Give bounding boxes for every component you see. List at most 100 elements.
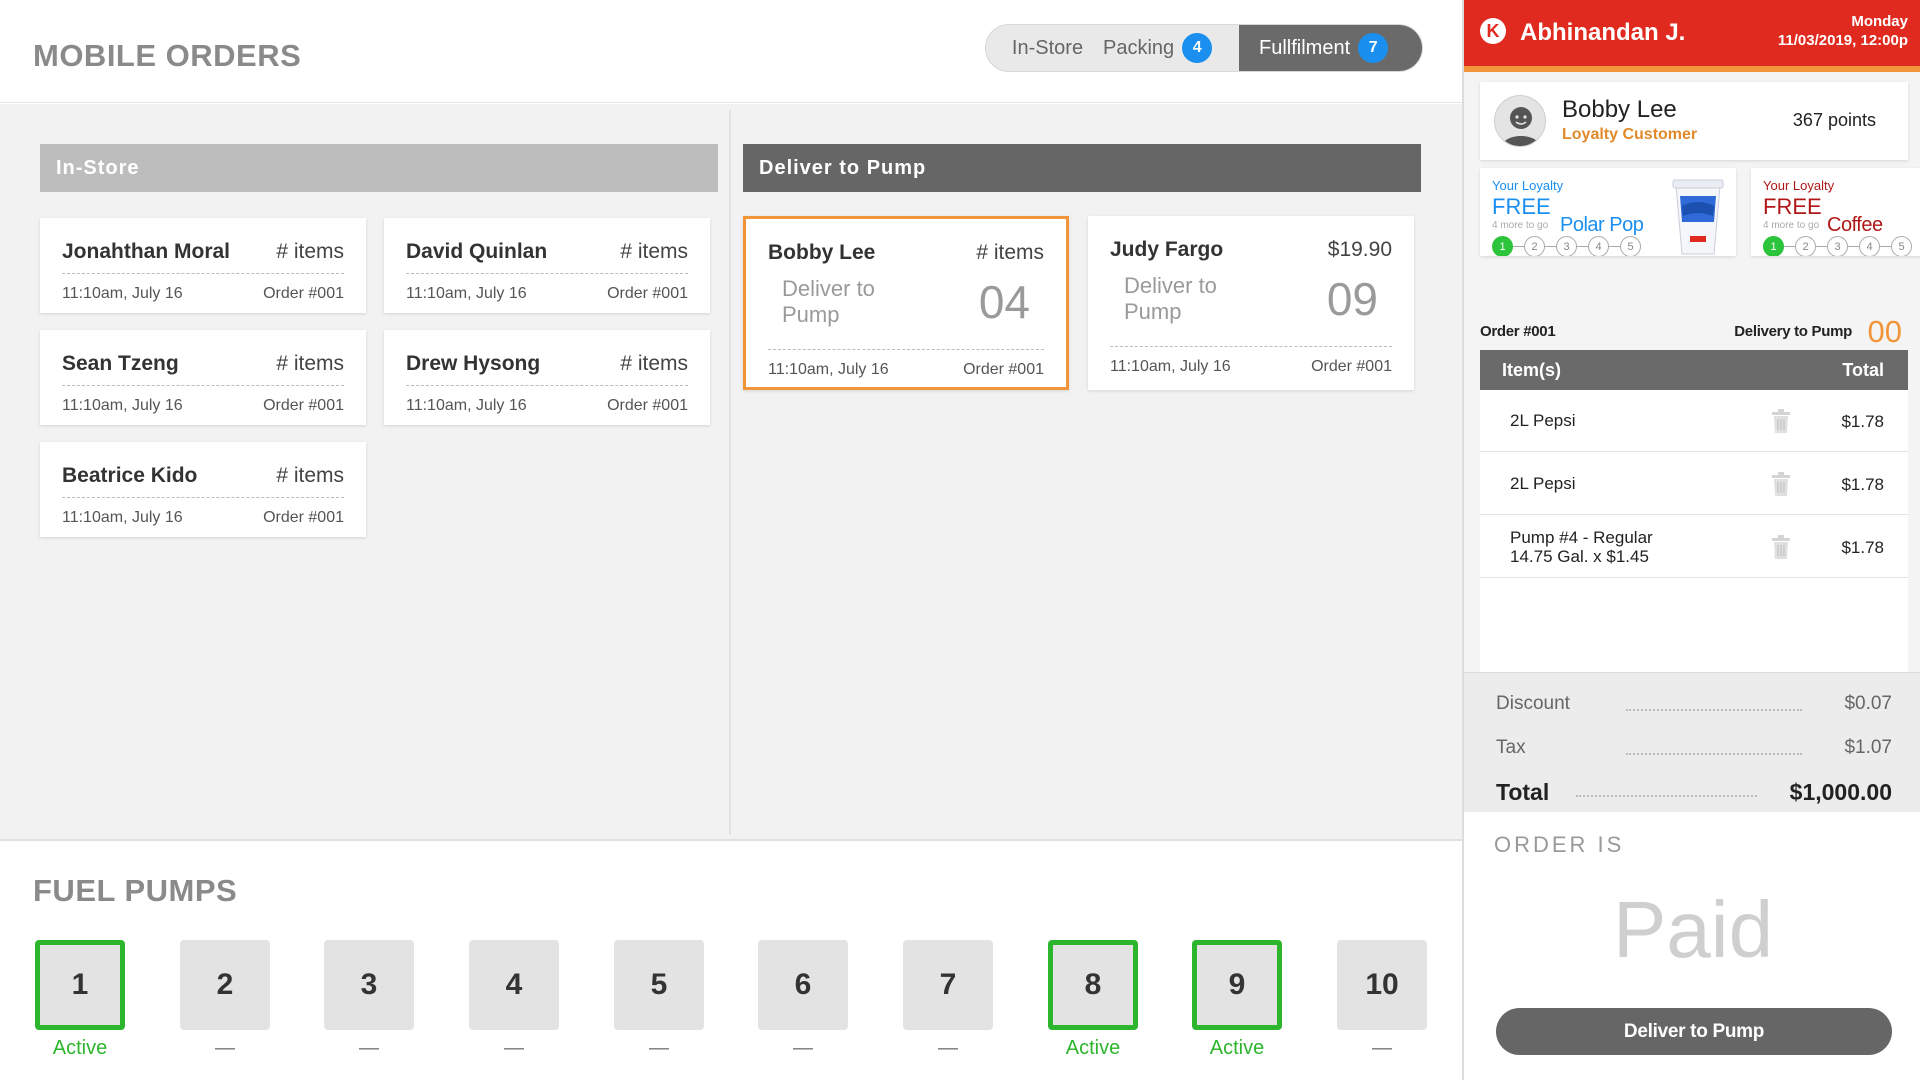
order-card[interactable]: Jonahthan Moral # items 11:10am, July 16… xyxy=(40,218,366,313)
item-price: $1.78 xyxy=(1841,538,1884,557)
tab-packing[interactable]: Packing 4 xyxy=(1103,25,1239,71)
items-table-header: Item(s) Total xyxy=(1480,350,1908,390)
page-title: MOBILE ORDERS xyxy=(33,38,302,73)
pump-order-card[interactable]: Judy Fargo $19.90 Deliver to Pump 09 11:… xyxy=(1088,216,1414,390)
order-card[interactable]: Beatrice Kido # items 11:10am, July 16 O… xyxy=(40,442,366,537)
loyalty-free: FREE xyxy=(1763,194,1822,219)
pump-status: — xyxy=(504,1037,524,1059)
pump-button-8[interactable]: 8 xyxy=(1048,940,1138,1030)
pump-button-10[interactable]: 10 xyxy=(1337,940,1427,1030)
pump-button-4[interactable]: 4 xyxy=(469,940,559,1030)
user-avatar-icon xyxy=(1501,107,1541,146)
progress-dot: 5 xyxy=(1880,236,1912,256)
line-item[interactable]: 2L Pepsi $1.78 xyxy=(1480,390,1908,452)
packing-count-badge: 4 xyxy=(1182,33,1213,63)
order-time: 11:10am, July 16 xyxy=(1110,358,1231,375)
loyalty-progress: 1 2 3 4 5 xyxy=(1763,236,1920,256)
pump-button-1[interactable]: 1 xyxy=(35,940,125,1030)
pump-button-9[interactable]: 9 xyxy=(1192,940,1282,1030)
line-item[interactable]: Pump #4 - Regular 14.75 Gal. x $1.45 $1.… xyxy=(1480,516,1908,578)
order-number: Order #001 xyxy=(963,361,1044,378)
discount-value: $0.07 xyxy=(1844,693,1892,714)
order-number: Order #001 xyxy=(607,285,688,302)
pump-status: Active xyxy=(52,1037,108,1059)
customer-card[interactable]: Bobby Lee Loyalty Customer 367 points xyxy=(1480,82,1908,160)
progress-dot: 2 xyxy=(1784,236,1816,256)
brand-logo-icon: K xyxy=(1480,18,1506,44)
pump-status: — xyxy=(649,1037,669,1059)
pump-status: — xyxy=(1372,1037,1392,1059)
pump-order-card-selected[interactable]: Bobby Lee # items Deliver to Pump 04 11:… xyxy=(743,216,1069,390)
fuel-pumps-title: FUEL PUMPS xyxy=(33,873,238,908)
order-status-label: ORDER IS xyxy=(1494,832,1625,857)
customer-name: Judy Fargo xyxy=(1110,238,1224,261)
loyalty-free: FREE xyxy=(1492,194,1551,219)
card-divider xyxy=(62,273,344,274)
fulfillment-count-badge: 7 xyxy=(1358,33,1389,63)
total-label: Total xyxy=(1496,779,1550,805)
order-status: Paid xyxy=(1612,885,1774,974)
pump-button-3[interactable]: 3 xyxy=(324,940,414,1030)
tab-fulfillment[interactable]: Fullfilment 7 xyxy=(1239,25,1422,71)
discount-label: Discount xyxy=(1496,693,1570,714)
card-divider xyxy=(768,349,1044,350)
order-time: 11:10am, July 16 xyxy=(62,397,183,414)
items-list: 2L Pepsi $1.78 2L Pepsi $1.78 Pump #4 - … xyxy=(1480,390,1908,672)
trash-icon[interactable] xyxy=(1770,409,1792,433)
order-stage-tabs: In-Store Packing 4 Fullfilment 7 xyxy=(985,24,1423,72)
loyalty-product: Polar Pop xyxy=(1558,214,1644,237)
pump-status: Active xyxy=(1065,1037,1121,1059)
item-count: # items xyxy=(620,352,688,375)
progress-dot: 3 xyxy=(1816,236,1848,256)
delivery-type: Deliver to Pump xyxy=(782,276,875,327)
order-card[interactable]: Drew Hysong # items 11:10am, July 16 Ord… xyxy=(384,330,710,425)
pump-button-5[interactable]: 5 xyxy=(614,940,704,1030)
order-number: Order #001 xyxy=(263,509,344,526)
pump-button-6[interactable]: 6 xyxy=(758,940,848,1030)
order-counter: 00 xyxy=(1867,314,1902,349)
pump-number: 09 xyxy=(1326,273,1378,325)
customer-name: Bobby Lee xyxy=(1562,96,1677,123)
item-price: $1.78 xyxy=(1841,475,1884,494)
tax-row: Tax $1.07 xyxy=(1496,737,1892,767)
item-price: $1.78 xyxy=(1841,412,1884,431)
mobile-orders-screen: MOBILE ORDERS In-Store Packing 4 Fullfil… xyxy=(0,0,1462,1080)
item-name: Pump #4 - Regular xyxy=(1510,528,1653,547)
pos-order-panel: K Abhinandan J. Monday 11/03/2019, 12:00… xyxy=(1462,0,1920,1080)
progress-dot: 4 xyxy=(1577,236,1609,256)
loyalty-card-coffee[interactable]: Your Loyalty FREE 4 more to go Coffee 1 … xyxy=(1751,168,1920,256)
card-divider xyxy=(406,273,688,274)
order-card[interactable]: David Quinlan # items 11:10am, July 16 O… xyxy=(384,218,710,313)
leader-dots xyxy=(1626,709,1802,711)
card-divider xyxy=(62,497,344,498)
loyalty-card-polar-pop[interactable]: Your Loyalty FREE 4 more to go Polar Pop… xyxy=(1480,168,1736,256)
order-number: Order #001 xyxy=(1480,323,1556,340)
pump-status: Active xyxy=(1209,1037,1265,1059)
item-count: # items xyxy=(976,241,1044,264)
line-item[interactable]: 2L Pepsi $1.78 xyxy=(1480,453,1908,515)
pump-button-2[interactable]: 2 xyxy=(180,940,270,1030)
loyalty-remaining: 4 more to go xyxy=(1763,220,1820,231)
trash-icon[interactable] xyxy=(1770,472,1792,496)
progress-dot: 1 xyxy=(1492,236,1513,256)
day-label: Monday xyxy=(1851,13,1908,30)
customer-name: Beatrice Kido xyxy=(62,464,198,487)
customer-name: David Quinlan xyxy=(406,240,548,263)
deliver-to-pump-column-header: Deliver to Pump xyxy=(743,144,1421,192)
tab-in-store[interactable]: In-Store xyxy=(986,25,1103,71)
pump-button-7[interactable]: 7 xyxy=(903,940,993,1030)
item-count: # items xyxy=(620,240,688,263)
pump-status: — xyxy=(793,1037,813,1059)
progress-dot: 5 xyxy=(1609,236,1641,256)
trash-icon[interactable] xyxy=(1770,535,1792,559)
in-store-column-header: In-Store xyxy=(40,144,718,192)
order-card[interactable]: Sean Tzeng # items 11:10am, July 16 Orde… xyxy=(40,330,366,425)
order-number: Order #001 xyxy=(263,285,344,302)
order-number: Order #001 xyxy=(263,397,344,414)
deliver-to-pump-button[interactable]: Deliver to Pump xyxy=(1496,1008,1892,1055)
loyalty-product: Coffee xyxy=(1825,214,1883,237)
item-count: # items xyxy=(276,464,344,487)
order-time: 11:10am, July 16 xyxy=(406,397,527,414)
order-number: Order #001 xyxy=(607,397,688,414)
tax-label: Tax xyxy=(1496,737,1526,758)
